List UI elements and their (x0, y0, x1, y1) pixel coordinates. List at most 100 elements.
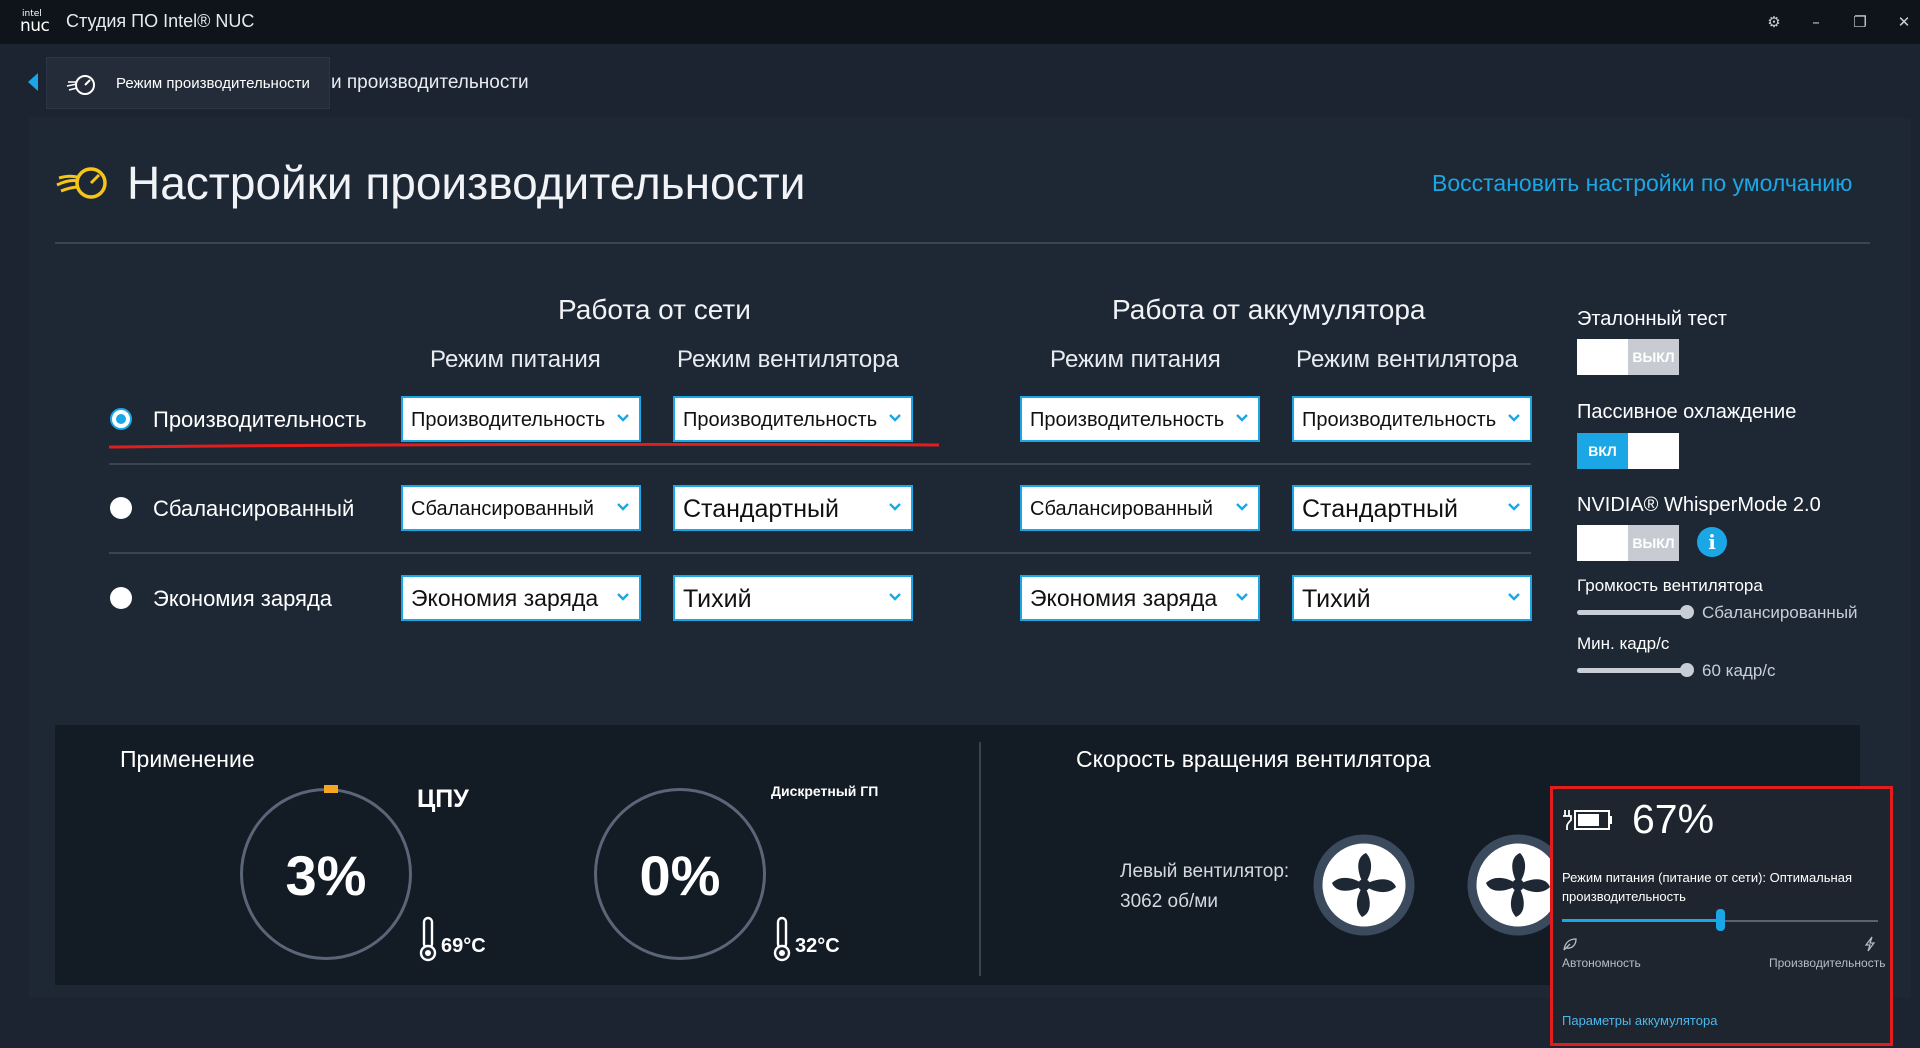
ac-power-mode-dropdown-performance[interactable]: Производительность (401, 396, 641, 442)
dropdown-value: Производительность (683, 409, 878, 431)
cpu-label: ЦПУ (417, 785, 469, 813)
gpu-usage-gauge: 0% (594, 788, 766, 960)
toggle-state: ВКЛ (1577, 433, 1628, 469)
battery-fan-mode-header: Режим вентилятора (1296, 346, 1518, 373)
battery-power-mode-header: Режим питания (1050, 346, 1221, 373)
fan-volume-slider-knob[interactable] (1680, 605, 1694, 619)
benchmark-toggle[interactable]: ВЫКЛ (1577, 339, 1679, 375)
dropdown-value: Производительность (1030, 409, 1225, 431)
toggle-track (1577, 525, 1628, 561)
battery-percent: 67% (1632, 796, 1715, 842)
battery-power-mode-dropdown-performance[interactable]: Производительность (1020, 396, 1260, 442)
whisper-mode-toggle[interactable]: ВЫКЛ (1577, 525, 1679, 561)
speedometer-icon (66, 75, 95, 95)
title-bar: intel nuc Студия ПО Intel® NUC ⚙ – ❐ ✕ (0, 0, 1920, 44)
dropdown-value: Стандартный (683, 495, 839, 523)
fan-volume-slider[interactable] (1577, 610, 1687, 615)
left-fan-icon (1313, 834, 1415, 936)
breadcrumb-tooltip: Режим производительности (46, 57, 330, 109)
thermometer-icon (773, 916, 791, 962)
benchmark-label: Эталонный тест (1577, 308, 1727, 330)
settings-gear-icon[interactable]: ⚙ (1762, 10, 1786, 34)
back-arrow-icon[interactable] (28, 73, 38, 91)
bottom-divider (979, 742, 981, 976)
profile-power-saving-label[interactable]: Экономия заряда (153, 586, 332, 612)
thermometer-icon (419, 916, 437, 962)
battery-power-mode-dropdown-saving[interactable]: Экономия заряда (1020, 575, 1260, 621)
minimize-button[interactable]: – (1804, 10, 1828, 34)
battery-power-mode-dropdown-balanced[interactable]: Сбалансированный (1020, 485, 1260, 531)
battery-fan-mode-dropdown-saving[interactable]: Тихий (1292, 575, 1532, 621)
usage-title: Применение (120, 746, 255, 772)
dropdown-value: Экономия заряда (1030, 585, 1218, 611)
performance-speedometer-icon (56, 167, 107, 199)
left-fan-label: Левый вентилятор: (1120, 861, 1290, 882)
passive-cooling-toggle[interactable]: ВКЛ (1577, 433, 1679, 469)
battery-settings-link[interactable]: Параметры аккумулятора (1562, 1013, 1717, 1028)
ac-power-mode-header: Режим питания (430, 346, 601, 373)
chevron-down-icon (1236, 503, 1248, 511)
info-icon[interactable]: i (1697, 527, 1727, 557)
dropdown-value: Производительность (1302, 409, 1497, 431)
battery-group-title: Работа от аккумулятора (1112, 294, 1426, 325)
profile-performance-label[interactable]: Производительность (153, 407, 367, 433)
power-mode-text: Режим питания (питание от сети): Оптимал… (1562, 870, 1852, 904)
passive-cooling-label: Пассивное охлаждение (1577, 401, 1797, 423)
row-divider (109, 552, 1531, 554)
fan-volume-value: Сбалансированный (1702, 603, 1858, 622)
left-fan-info: Левый вентилятор: 3062 об/ми (1120, 857, 1289, 917)
intel-nuc-logo: intel nuc (20, 9, 54, 36)
title-divider (55, 242, 1870, 244)
ac-fan-mode-header: Режим вентилятора (677, 346, 899, 373)
chevron-down-icon (1236, 414, 1248, 422)
min-fps-label: Мин. кадр/с (1577, 634, 1670, 653)
red-highlight-underline (109, 443, 939, 449)
chevron-down-icon (1236, 593, 1248, 601)
min-fps-slider[interactable] (1577, 668, 1687, 673)
ac-group-title: Работа от сети (558, 294, 751, 325)
toggle-track (1577, 339, 1628, 375)
reset-defaults-link[interactable]: Восстановить настройки по умолчанию (1432, 170, 1852, 197)
profile-power-saving-radio[interactable] (110, 587, 132, 609)
ac-power-mode-dropdown-saving[interactable]: Экономия заряда (401, 575, 641, 621)
fan-volume-label: Громкость вентилятора (1577, 576, 1763, 595)
dropdown-value: Тихий (1302, 585, 1371, 613)
cpu-temperature: 69°C (441, 935, 486, 957)
chevron-down-icon (1508, 503, 1520, 511)
row-divider (109, 463, 1531, 465)
dropdown-value: Экономия заряда (411, 585, 599, 611)
close-button[interactable]: ✕ (1892, 10, 1916, 34)
power-mode-slider-fill (1562, 919, 1720, 922)
min-fps-slider-knob[interactable] (1680, 663, 1694, 677)
gpu-temperature: 32°C (795, 935, 840, 957)
ac-fan-mode-dropdown-saving[interactable]: Тихий (673, 575, 913, 621)
chevron-down-icon (1508, 593, 1520, 601)
chevron-down-icon (889, 593, 901, 601)
tooltip-text: Режим производительности (116, 75, 310, 92)
gpu-label: Дискретный ГП (771, 783, 879, 799)
profile-balanced-label[interactable]: Сбалансированный (153, 496, 354, 522)
battery-fan-mode-dropdown-performance[interactable]: Производительность (1292, 396, 1532, 442)
profile-performance-radio[interactable] (110, 408, 132, 430)
min-fps-value: 60 кадр/с (1702, 661, 1776, 680)
ac-fan-mode-dropdown-performance[interactable]: Производительность (673, 396, 913, 442)
cpu-usage-indicator (324, 785, 338, 793)
profile-balanced-radio[interactable] (110, 497, 132, 519)
ac-power-mode-dropdown-balanced[interactable]: Сбалансированный (401, 485, 641, 531)
restore-button[interactable]: ❐ (1848, 10, 1872, 34)
chevron-down-icon (617, 503, 629, 511)
dropdown-value: Тихий (683, 585, 752, 613)
dropdown-value: Производительность (411, 409, 606, 431)
toggle-track (1628, 433, 1679, 469)
toggle-state: ВЫКЛ (1628, 339, 1679, 375)
battery-fan-mode-dropdown-balanced[interactable]: Стандартный (1292, 485, 1532, 531)
breadcrumb-text[interactable]: и производительности (331, 72, 529, 94)
leaf-icon (1563, 938, 1577, 951)
toggle-state: ВЫКЛ (1628, 525, 1679, 561)
dropdown-value: Стандартный (1302, 495, 1458, 523)
fan-speed-title: Скорость вращения вентилятора (1076, 746, 1431, 772)
power-mode-slider-knob[interactable] (1716, 909, 1725, 931)
dropdown-value: Сбалансированный (411, 498, 594, 520)
ac-fan-mode-dropdown-balanced[interactable]: Стандартный (673, 485, 913, 531)
cpu-usage-gauge: 3% (240, 788, 412, 960)
